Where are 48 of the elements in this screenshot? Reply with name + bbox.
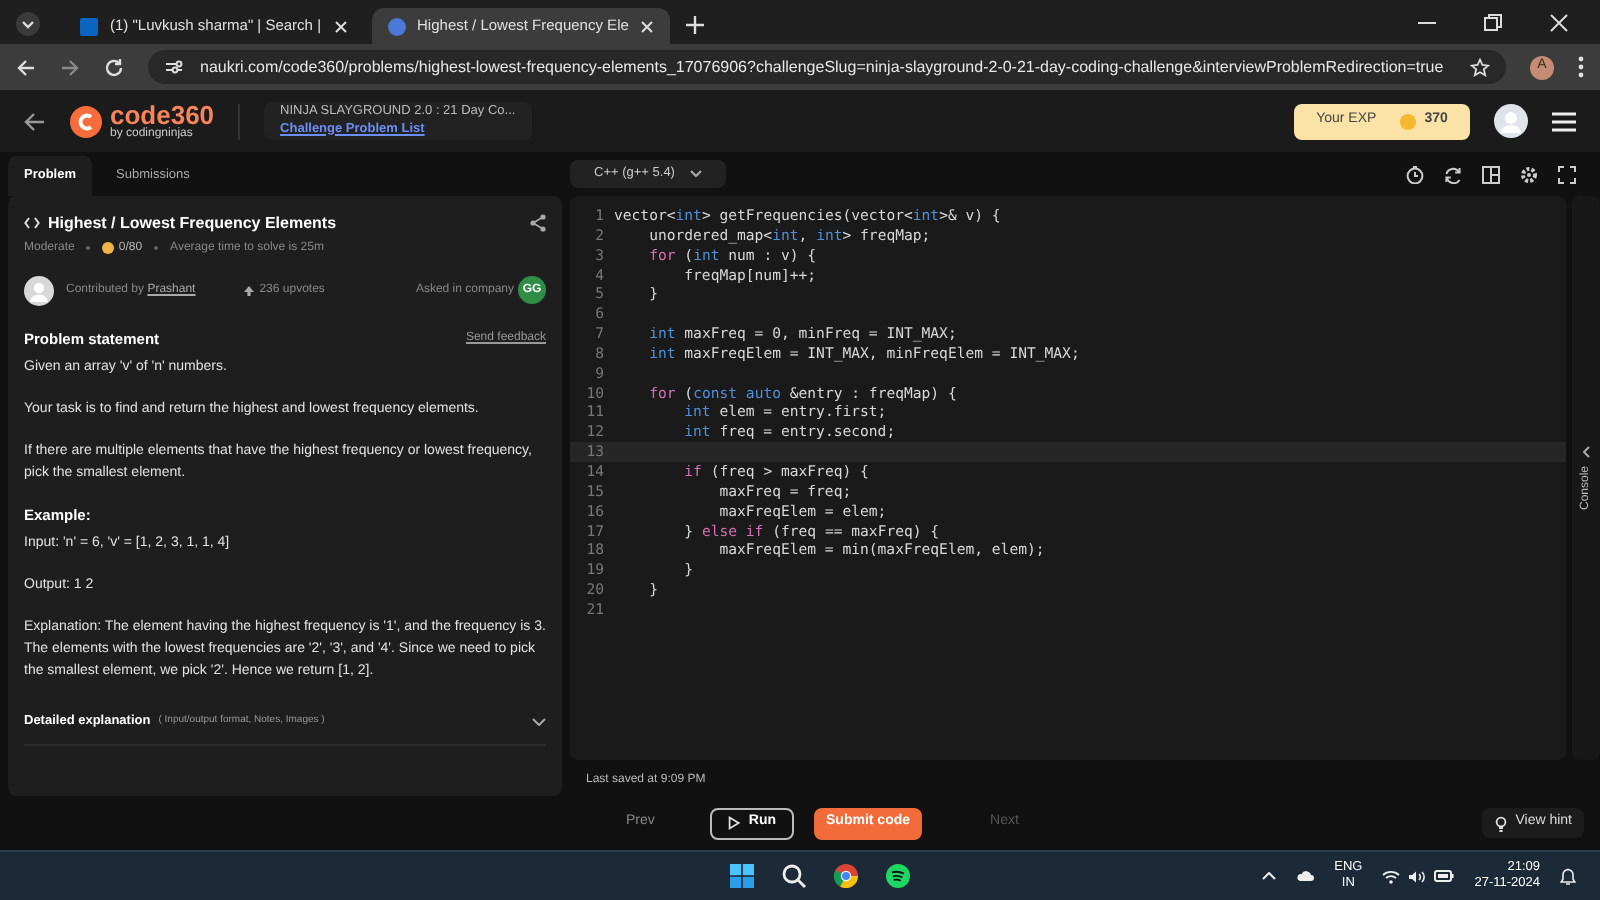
user-avatar-icon — [24, 275, 54, 305]
coin-icon — [102, 242, 115, 254]
reset-icon[interactable] — [1444, 165, 1462, 183]
close-icon[interactable] — [640, 19, 655, 33]
timer-icon[interactable] — [1406, 165, 1424, 183]
windows-start-icon[interactable] — [730, 864, 754, 888]
settings-icon[interactable] — [1520, 165, 1538, 183]
lightbulb-icon — [1493, 815, 1508, 831]
user-avatar-icon[interactable] — [1494, 104, 1528, 138]
menu-icon[interactable] — [1552, 111, 1576, 131]
site-info-icon[interactable] — [164, 58, 184, 76]
back-arrow-icon[interactable] — [24, 111, 46, 131]
close-icon[interactable] — [1550, 14, 1568, 32]
music-app-icon[interactable] — [886, 864, 910, 888]
problem-title: Highest / Lowest Frequency Elements — [48, 211, 339, 233]
chevron-down-icon — [690, 170, 703, 178]
reload-icon[interactable] — [104, 57, 124, 77]
forward-icon[interactable] — [60, 57, 80, 77]
volume-icon[interactable] — [1408, 869, 1427, 883]
logo-icon — [70, 105, 102, 137]
cloud-icon[interactable] — [1296, 870, 1315, 882]
site-favicon — [387, 17, 406, 35]
layout-icon[interactable] — [1482, 165, 1500, 183]
code-icon — [24, 215, 40, 229]
play-icon — [728, 816, 741, 830]
share-icon[interactable] — [530, 213, 546, 231]
fullscreen-icon[interactable] — [1558, 165, 1576, 183]
coin-icon — [1400, 113, 1417, 129]
tab-list-icon[interactable] — [16, 12, 40, 36]
chevron-up-icon[interactable] — [1262, 872, 1277, 880]
new-tab-icon[interactable] — [686, 16, 705, 34]
chevron-left-icon — [1582, 445, 1590, 458]
search-icon[interactable] — [782, 864, 806, 888]
restore-icon[interactable] — [1484, 14, 1502, 32]
battery-icon[interactable] — [1434, 870, 1455, 882]
close-icon[interactable] — [333, 19, 348, 33]
logo-text: code360 — [110, 103, 215, 127]
notification-bell-icon[interactable] — [1560, 867, 1576, 885]
chevron-down-icon[interactable] — [532, 717, 546, 725]
site-favicon — [80, 17, 98, 35]
back-icon[interactable] — [16, 57, 36, 77]
url-text: naukri.com/code360/problems/highest-lowest-frequency-elements_17076906?challengeSlug=ninja-slayground-2-0-21-day-coding-challenge&interviewProblemRedirection=true — [200, 55, 1446, 79]
upvote-icon[interactable] — [243, 285, 254, 295]
address-bar[interactable]: naukri.com/code360/problems/highest-lowest-frequency-elements_17076906?challengeSlug=ninja-slayground-2-0-21-day-coding-challenge&interviewProblemRedirection=true — [148, 50, 1506, 84]
wifi-icon[interactable] — [1382, 869, 1401, 883]
more-options-icon[interactable] — [1578, 56, 1584, 78]
bookmark-star-icon[interactable] — [1470, 57, 1490, 77]
browser-app-icon[interactable] — [834, 864, 858, 888]
